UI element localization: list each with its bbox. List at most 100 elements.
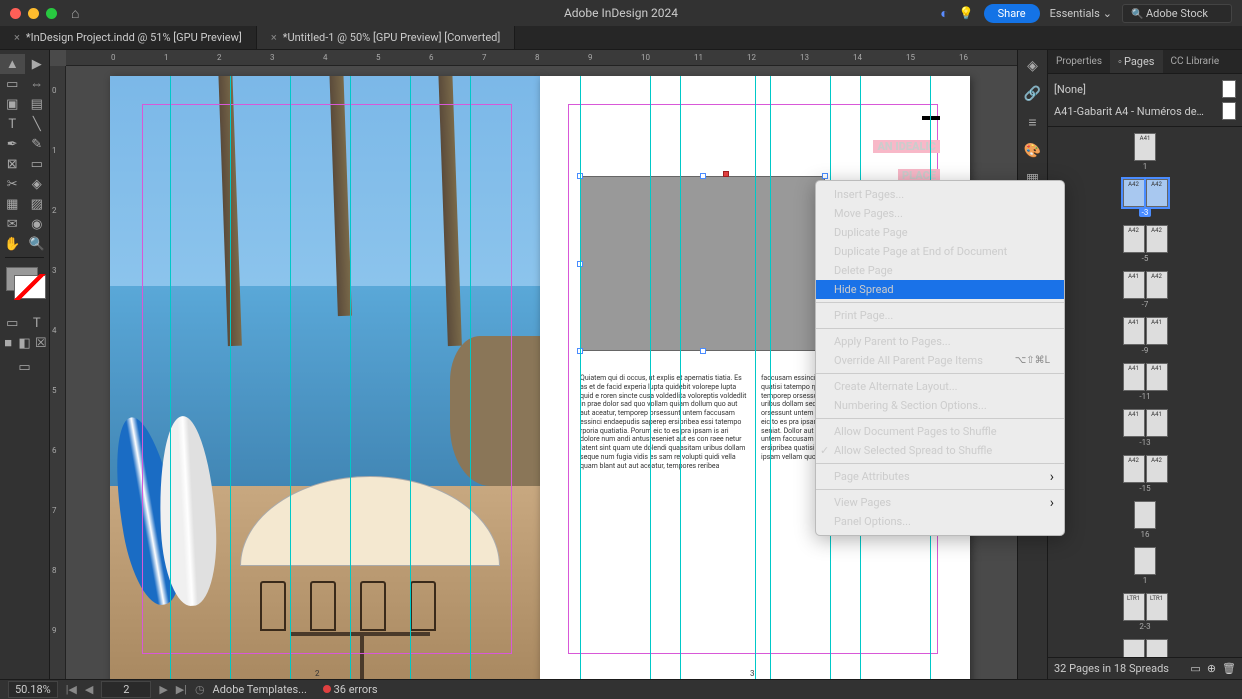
- type-tool[interactable]: T: [0, 114, 25, 134]
- open-dialog-icon[interactable]: ◷: [195, 683, 205, 696]
- apply-none-icon[interactable]: ☒: [33, 333, 49, 353]
- pages-panel-tab[interactable]: ◦Pages: [1110, 50, 1162, 73]
- page-thumbnail-row[interactable]: A42A42-15: [1048, 455, 1242, 493]
- context-menu-item[interactable]: Allow Document Pages to Shuffle: [816, 422, 1064, 441]
- page-thumbnail[interactable]: [1134, 547, 1156, 575]
- page-thumbnail[interactable]: A42: [1146, 271, 1168, 299]
- page-thumbnail[interactable]: A42: [1146, 179, 1168, 207]
- context-menu-item[interactable]: Panel Options...: [816, 512, 1064, 531]
- free-transform-tool[interactable]: ◈: [25, 174, 50, 194]
- page-thumbnail[interactable]: A41: [1146, 317, 1168, 345]
- page-thumbnail-row[interactable]: A41A42-7: [1048, 271, 1242, 309]
- image-frame-selected[interactable]: [580, 176, 825, 351]
- page-thumbnail[interactable]: A41: [1123, 271, 1145, 299]
- stock-search-input[interactable]: 🔍 Adobe Stock: [1122, 4, 1232, 23]
- content-placer-tool[interactable]: ▤: [25, 94, 50, 114]
- preflight-status[interactable]: 36 errors: [323, 683, 378, 696]
- rectangle-frame-tool[interactable]: ⊠: [0, 154, 25, 174]
- layers-panel-icon[interactable]: ◈: [1027, 58, 1038, 74]
- parent-page-item[interactable]: [None]: [1054, 78, 1236, 100]
- direct-selection-tool[interactable]: ▶: [25, 54, 50, 74]
- page-thumbnail[interactable]: A41: [1146, 409, 1168, 437]
- context-menu-item[interactable]: Apply Parent to Pages...: [816, 332, 1064, 351]
- context-menu-item[interactable]: Hide Spread: [816, 280, 1064, 299]
- context-menu-item[interactable]: View Pages: [816, 493, 1064, 512]
- close-tab-icon[interactable]: ×: [14, 31, 20, 44]
- context-menu-item[interactable]: ✓Allow Selected Spread to Shuffle: [816, 441, 1064, 460]
- context-menu-item[interactable]: Insert Pages...: [816, 185, 1064, 204]
- placed-image[interactable]: [110, 76, 540, 679]
- page-thumbnail[interactable]: A41: [1123, 363, 1145, 391]
- page-tool[interactable]: ▭: [0, 74, 25, 94]
- page-thumbnail-row[interactable]: [1048, 639, 1242, 657]
- eyedropper-tool[interactable]: ◉: [25, 214, 50, 234]
- vertical-ruler[interactable]: 012345678910: [50, 66, 66, 679]
- page-thumbnail-row[interactable]: A41A41-13: [1048, 409, 1242, 447]
- minimize-window-button[interactable]: [28, 8, 39, 19]
- page-left[interactable]: 2: [110, 76, 540, 679]
- page-thumbnail[interactable]: A42: [1123, 225, 1145, 253]
- line-tool[interactable]: ╲: [25, 114, 50, 134]
- context-menu-item[interactable]: Duplicate Page at End of Document: [816, 242, 1064, 261]
- page-thumbnail[interactable]: A42: [1146, 225, 1168, 253]
- context-menu-item[interactable]: Page Attributes: [816, 467, 1064, 486]
- page-thumbnail[interactable]: A41: [1123, 317, 1145, 345]
- home-icon[interactable]: ⌂: [71, 5, 79, 22]
- page-field[interactable]: 2: [101, 681, 151, 698]
- new-page-icon[interactable]: ⊕: [1207, 662, 1216, 675]
- properties-panel-tab[interactable]: Properties: [1048, 50, 1110, 73]
- apply-color-icon[interactable]: ■: [0, 333, 16, 353]
- view-mode-icon[interactable]: ▭: [0, 357, 49, 377]
- parent-page-item[interactable]: A41-Gabarit A4 - Numéros de page noirs: [1054, 100, 1236, 122]
- document-tab[interactable]: ×*Untitled-1 @ 50% [GPU Preview] [Conver…: [257, 26, 515, 49]
- page-thumbnail[interactable]: LTR1: [1146, 593, 1168, 621]
- close-tab-icon[interactable]: ×: [271, 31, 277, 44]
- heading-text-frame[interactable]: AN IDEALIC PLACE: [873, 126, 940, 185]
- next-spread-icon[interactable]: ▶: [159, 683, 167, 696]
- templates-link[interactable]: Adobe Templates...: [213, 683, 307, 696]
- page-thumbnail-row[interactable]: 16: [1048, 501, 1242, 539]
- context-menu-item[interactable]: Delete Page: [816, 261, 1064, 280]
- workspace-switcher[interactable]: Essentials ⌄: [1050, 7, 1112, 20]
- first-spread-icon[interactable]: |◀: [66, 683, 77, 696]
- gradient-feather-tool[interactable]: ▨: [25, 194, 50, 214]
- page-thumbnail[interactable]: A42: [1123, 455, 1145, 483]
- comment-icon[interactable]: ◐: [940, 5, 948, 22]
- horizontal-ruler[interactable]: 012345678910111213141516: [66, 50, 1017, 66]
- prev-spread-icon[interactable]: ◀: [85, 683, 93, 696]
- page-thumbnail[interactable]: [1146, 639, 1168, 657]
- page-thumbnail[interactable]: A42: [1146, 455, 1168, 483]
- maximize-window-button[interactable]: [46, 8, 57, 19]
- color-panel-icon[interactable]: 🎨: [1024, 143, 1041, 159]
- scissors-tool[interactable]: ✂: [0, 174, 25, 194]
- context-menu-item[interactable]: Override All Parent Page Items⌥⇧⌘L: [816, 351, 1064, 370]
- stroke-panel-icon[interactable]: ≡: [1028, 114, 1036, 131]
- page-thumbnail[interactable]: A41: [1134, 133, 1156, 161]
- page-thumbnail[interactable]: [1123, 639, 1145, 657]
- page-thumbnail[interactable]: [1134, 501, 1156, 529]
- selection-tool[interactable]: ▲: [0, 54, 25, 74]
- stroke-swatch[interactable]: [14, 275, 46, 299]
- close-window-button[interactable]: [10, 8, 21, 19]
- context-menu-item[interactable]: Move Pages...: [816, 204, 1064, 223]
- rectangle-tool[interactable]: ▭: [25, 154, 50, 174]
- apply-gradient-icon[interactable]: ◧: [16, 333, 32, 353]
- gap-tool[interactable]: ⇔: [25, 74, 50, 94]
- formatting-text-icon[interactable]: T: [25, 313, 50, 333]
- edit-page-size-icon[interactable]: ▭: [1190, 662, 1200, 675]
- pencil-tool[interactable]: ✎: [25, 134, 50, 154]
- page-thumbnail-row[interactable]: A42A42-5: [1048, 225, 1242, 263]
- last-spread-icon[interactable]: ▶|: [176, 683, 187, 696]
- zoom-field[interactable]: 50.18%: [8, 681, 58, 698]
- page-thumbnail-row[interactable]: 1: [1048, 547, 1242, 585]
- share-button[interactable]: Share: [984, 4, 1040, 23]
- formatting-container-icon[interactable]: ▭: [0, 313, 25, 333]
- gradient-swatch-tool[interactable]: ▦: [0, 194, 25, 214]
- links-panel-icon[interactable]: 🔗: [1024, 86, 1041, 102]
- page-thumbnail-row[interactable]: A41A41-11: [1048, 363, 1242, 401]
- pen-tool[interactable]: ✒: [0, 134, 25, 154]
- page-thumbnail-row[interactable]: A41A41-9: [1048, 317, 1242, 355]
- page-thumbnail-row[interactable]: A42A42-3: [1048, 179, 1242, 217]
- context-menu-item[interactable]: Create Alternate Layout...: [816, 377, 1064, 396]
- context-menu-item[interactable]: Duplicate Page: [816, 223, 1064, 242]
